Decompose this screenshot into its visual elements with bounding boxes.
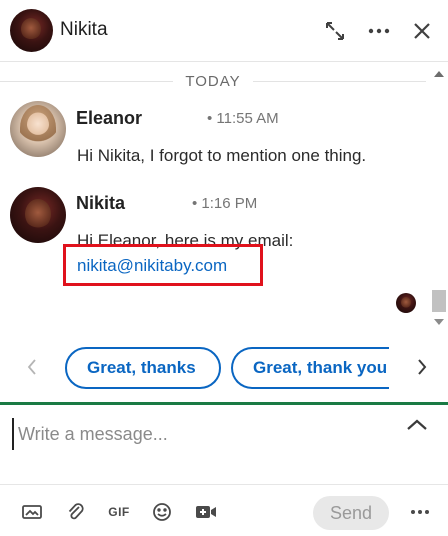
chevron-right-icon[interactable]	[410, 352, 434, 382]
close-icon[interactable]	[407, 16, 437, 46]
sender-avatar[interactable]	[10, 187, 66, 243]
quick-reply-chip[interactable]: Great, thanks	[65, 347, 221, 389]
message-time: • 1:16 PM	[192, 195, 258, 212]
scroll-up-icon[interactable]	[434, 71, 444, 77]
message-time: • 11:55 AM	[207, 110, 279, 127]
image-icon[interactable]	[20, 500, 44, 524]
expand-icon[interactable]	[320, 16, 350, 46]
read-receipt-avatar	[396, 293, 416, 313]
gif-icon[interactable]: GIF	[107, 500, 131, 524]
quick-reply-chip[interactable]: Great, thank you	[231, 347, 389, 389]
chat-header: Nikita	[0, 0, 448, 62]
day-divider-label: TODAY	[173, 72, 253, 90]
email-link[interactable]: nikita@nikitaby.com	[77, 256, 227, 276]
video-call-icon[interactable]	[194, 500, 218, 524]
email-highlight-box: nikita@nikitaby.com	[63, 244, 263, 286]
feed-scrollbar[interactable]	[430, 63, 448, 333]
day-divider: TODAY	[0, 71, 426, 91]
chevron-left-icon[interactable]	[20, 352, 44, 382]
attachment-icon[interactable]	[64, 500, 88, 524]
sender-avatar[interactable]	[10, 101, 66, 157]
more-options-icon[interactable]	[364, 16, 394, 46]
scroll-down-icon[interactable]	[434, 319, 444, 325]
compose-divider	[0, 402, 448, 405]
contact-avatar[interactable]	[10, 9, 53, 52]
send-button[interactable]: Send	[313, 496, 389, 530]
gif-label: GIF	[108, 505, 130, 519]
chevron-up-icon[interactable]	[406, 418, 430, 438]
emoji-icon[interactable]	[150, 500, 174, 524]
message-sender[interactable]: Eleanor	[76, 108, 142, 129]
more-options-icon[interactable]	[408, 500, 432, 524]
scroll-thumb[interactable]	[432, 290, 446, 312]
contact-name[interactable]: Nikita	[60, 19, 108, 41]
message-input[interactable]	[12, 418, 400, 450]
message-text: Hi Nikita, I forgot to mention one thing…	[77, 146, 367, 165]
message-sender[interactable]: Nikita	[76, 193, 125, 214]
